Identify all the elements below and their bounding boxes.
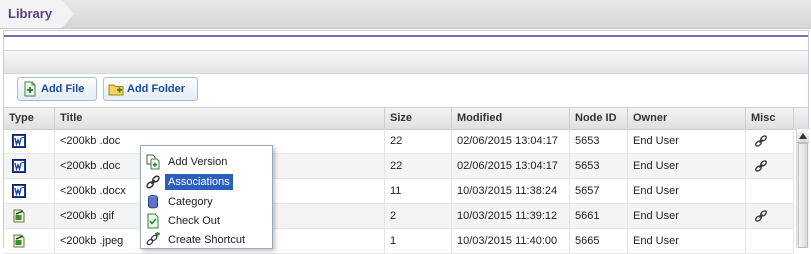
type-cell	[4, 229, 55, 253]
word-doc-icon	[12, 184, 26, 198]
category-icon	[145, 194, 161, 210]
panel-divider	[4, 35, 808, 37]
column-header-owner[interactable]: Owner	[628, 108, 746, 129]
column-header-title[interactable]: Title	[55, 108, 385, 129]
scroll-up-button[interactable]	[797, 129, 809, 143]
tab-arrow	[62, 0, 74, 28]
tab-library[interactable]: Library	[0, 0, 63, 28]
shortcut-icon	[145, 231, 161, 248]
column-header-node-id[interactable]: Node ID	[570, 108, 628, 129]
menu-item-add-version[interactable]: Add Version	[141, 152, 272, 171]
misc-cell	[746, 129, 794, 153]
misc-cell	[746, 154, 794, 178]
owner-cell: End User	[628, 179, 746, 203]
table-row[interactable]: <200kb .doc 22 02/06/2015 13:04:17 5653 …	[4, 129, 794, 154]
misc-cell	[746, 229, 794, 253]
library-panel: Add File Add Folder Type Title Size Modi…	[3, 30, 809, 254]
tab-bar: Library	[0, 0, 811, 29]
word-doc-icon	[12, 134, 26, 148]
image-file-icon	[12, 234, 26, 248]
modified-cell: 02/06/2015 13:04:17	[452, 129, 570, 153]
menu-item-label: Create Shortcut	[168, 233, 246, 246]
add-folder-button[interactable]: Add Folder	[103, 77, 198, 101]
table-row[interactable]: <200kb .doc 22 02/06/2015 13:04:17 5653 …	[4, 154, 794, 179]
check-out-icon	[145, 213, 161, 229]
type-cell	[4, 154, 55, 178]
column-header-misc[interactable]: Misc	[746, 108, 794, 129]
column-header-spacer	[794, 108, 808, 129]
column-header-type[interactable]: Type	[4, 108, 55, 129]
link-icon[interactable]	[754, 209, 768, 223]
image-file-icon	[12, 209, 26, 223]
modified-cell: 10/03/2015 11:39:12	[452, 204, 570, 228]
node-id-cell: 5661	[570, 204, 628, 228]
size-cell: 11	[385, 179, 452, 203]
add-file-label: Add File	[41, 83, 85, 95]
owner-cell: End User	[628, 154, 746, 178]
menu-item-associations[interactable]: Associations	[141, 172, 272, 191]
table-row[interactable]: <200kb .gif 2 10/03/2015 11:39:12 5661 E…	[4, 204, 794, 229]
modified-cell: 10/03/2015 11:40:00	[452, 229, 570, 253]
chevron-up-icon	[799, 132, 807, 139]
menu-item-label: Check Out	[168, 214, 220, 227]
misc-cell	[746, 204, 794, 228]
context-menu: Add Version Associations Category Check …	[140, 145, 273, 249]
table-row[interactable]: <200kb .jpeg 1 10/03/2015 11:40:00 5665 …	[4, 229, 794, 254]
size-cell: 1	[385, 229, 452, 253]
menu-item-label: Add Version	[168, 155, 228, 168]
column-header-modified[interactable]: Modified	[452, 108, 570, 129]
add-version-icon	[145, 154, 161, 170]
add-file-button[interactable]: Add File	[17, 77, 97, 101]
grid-header: Type Title Size Modified Node ID Owner M…	[4, 107, 808, 130]
modified-cell: 10/03/2015 11:38:24	[452, 179, 570, 203]
type-cell	[4, 204, 55, 228]
menu-item-category[interactable]: Category	[141, 192, 272, 211]
column-header-size[interactable]: Size	[385, 108, 452, 129]
type-cell	[4, 179, 55, 203]
modified-cell: 02/06/2015 13:04:17	[452, 154, 570, 178]
menu-item-label: Category	[168, 195, 213, 208]
menu-item-check-out[interactable]: Check Out	[141, 211, 272, 230]
size-cell: 2	[385, 204, 452, 228]
misc-cell	[746, 179, 794, 203]
type-cell	[4, 129, 55, 153]
link-icon	[145, 174, 161, 190]
size-cell: 22	[385, 154, 452, 178]
node-id-cell: 5657	[570, 179, 628, 203]
node-id-cell: 5653	[570, 129, 628, 153]
table-row[interactable]: <200kb .docx 11 10/03/2015 11:38:24 5657…	[4, 179, 794, 204]
vertical-scrollbar[interactable]	[796, 129, 809, 248]
node-id-cell: 5653	[570, 154, 628, 178]
link-icon[interactable]	[754, 134, 768, 148]
owner-cell: End User	[628, 204, 746, 228]
node-id-cell: 5665	[570, 229, 628, 253]
word-doc-icon	[12, 159, 26, 173]
add-file-icon	[22, 81, 38, 97]
owner-cell: End User	[628, 229, 746, 253]
add-folder-label: Add Folder	[127, 83, 186, 95]
owner-cell: End User	[628, 129, 746, 153]
tab-label: Library	[8, 6, 53, 21]
link-icon[interactable]	[754, 159, 768, 173]
add-folder-icon	[108, 81, 124, 97]
menu-item-label: Associations	[165, 173, 233, 190]
menu-item-create-shortcut[interactable]: Create Shortcut	[141, 230, 272, 249]
toolbar-band	[4, 50, 808, 74]
scroll-thumb[interactable]	[798, 143, 808, 248]
size-cell: 22	[385, 129, 452, 153]
